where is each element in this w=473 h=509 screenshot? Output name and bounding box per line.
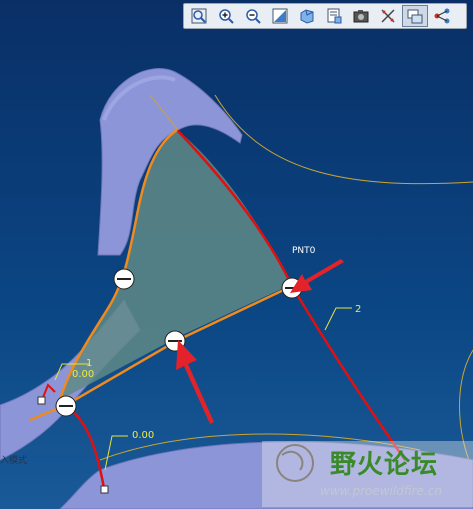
boundary-blend-surface bbox=[60, 130, 290, 400]
datum-points-toggle-button[interactable] bbox=[375, 5, 401, 27]
dim-value-top-left[interactable]: 0.00 bbox=[72, 369, 94, 380]
camera-icon bbox=[353, 10, 369, 23]
zoom-in-button[interactable] bbox=[213, 5, 239, 27]
vertex-marker-bottom[interactable] bbox=[100, 485, 109, 494]
vertex-marker-left[interactable] bbox=[37, 396, 46, 405]
point-connect-button[interactable] bbox=[429, 5, 455, 27]
camera-button[interactable] bbox=[348, 5, 374, 27]
display-style-button[interactable] bbox=[294, 5, 320, 27]
side-mode-text: 入模式 bbox=[0, 456, 28, 466]
watermark-title: 野火论坛 bbox=[330, 450, 439, 480]
zoom-out-button[interactable] bbox=[240, 5, 266, 27]
datum-planes-toggle-icon bbox=[407, 9, 423, 24]
tangent-handle-bottom-left[interactable] bbox=[55, 395, 77, 417]
model-canvas[interactable]: 1 0.00 0.00 2 PNT0 bbox=[0, 0, 473, 509]
zoom-out-icon bbox=[246, 9, 261, 24]
saved-views-icon bbox=[327, 8, 342, 24]
annotation-arrow-center bbox=[176, 340, 214, 424]
zoom-fit-icon bbox=[191, 8, 207, 24]
saved-views-button[interactable] bbox=[321, 5, 347, 27]
graphics-viewport[interactable]: 1 0.00 0.00 2 PNT0 入模式 野火论坛 www.proewild… bbox=[0, 0, 473, 509]
dim-index-2[interactable]: 2 bbox=[355, 304, 361, 315]
datum-planes-toggle-button[interactable] bbox=[402, 5, 428, 27]
view-toolbar bbox=[183, 3, 467, 29]
point-connect-icon bbox=[434, 8, 450, 24]
dim-index-1[interactable]: 1 bbox=[86, 358, 92, 369]
watermark-url: www.proewildfire.cn bbox=[320, 484, 442, 498]
dim-value-bottom[interactable]: 0.00 bbox=[132, 430, 154, 441]
zoom-in-icon bbox=[219, 9, 234, 24]
datum-points-toggle-icon bbox=[381, 9, 395, 23]
zoom-fit-button[interactable] bbox=[186, 5, 212, 27]
dim-leader-right bbox=[324, 307, 352, 331]
boundary-curve-red-right bbox=[290, 285, 407, 461]
display-style-icon bbox=[300, 9, 314, 24]
repaint-icon bbox=[272, 8, 288, 24]
datum-curve-top bbox=[214, 94, 473, 185]
tangent-handle-left[interactable] bbox=[113, 268, 135, 290]
point-label[interactable]: PNT0 bbox=[292, 246, 316, 256]
repaint-button[interactable] bbox=[267, 5, 293, 27]
annotation-arrow-right bbox=[290, 259, 344, 293]
